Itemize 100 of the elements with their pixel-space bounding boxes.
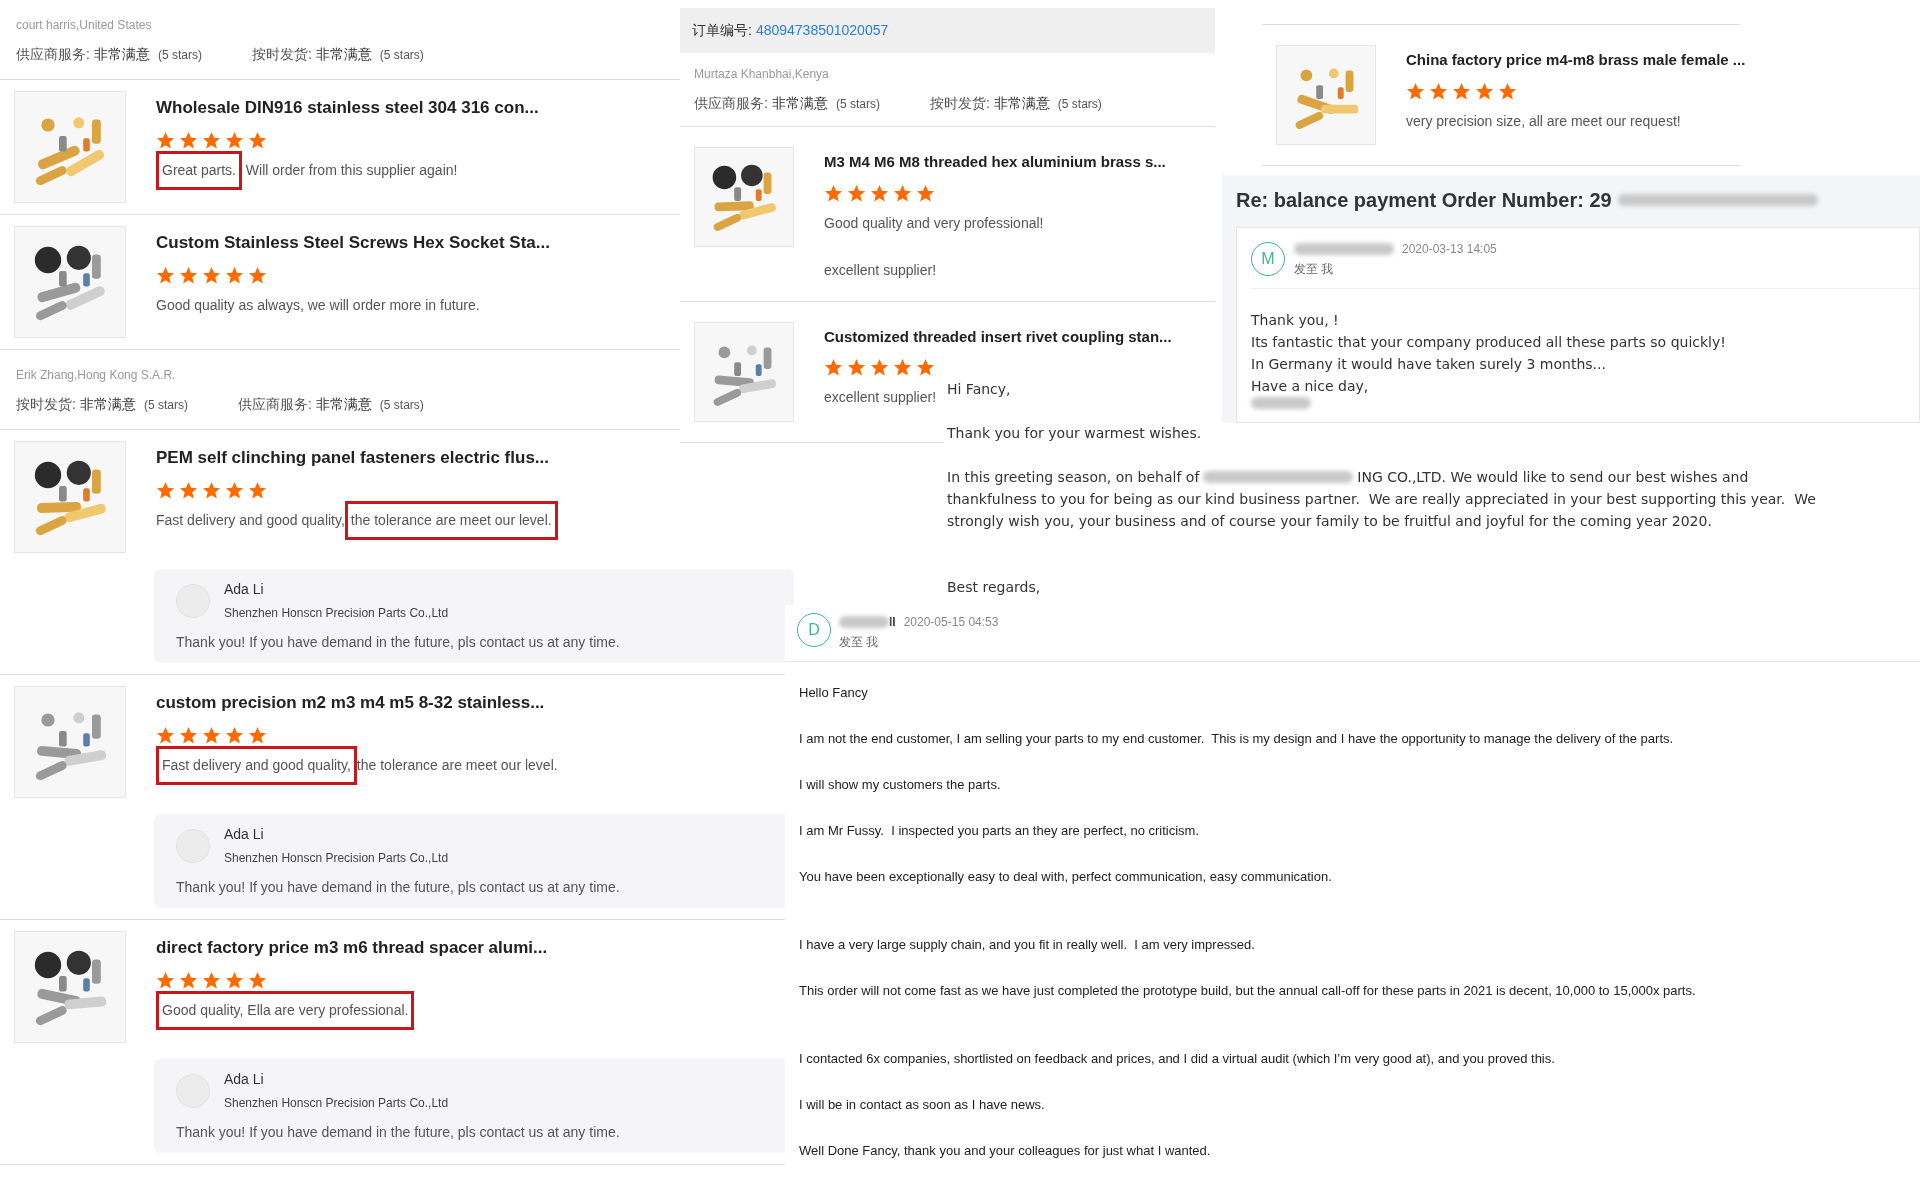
rating-note: (5 stars): [143, 397, 188, 414]
product-title[interactable]: direct factory price m3 m6 thread spacer alumi...: [156, 935, 548, 961]
product-title[interactable]: Custom Stainless Steel Screws Hex Socket Sta...: [156, 230, 550, 256]
star-icon: [1452, 81, 1471, 101]
product-title[interactable]: M3 M4 M6 M8 threaded hex aluminium brass s...: [824, 151, 1166, 174]
star-icon: [248, 130, 267, 150]
star-icon: [156, 725, 175, 745]
review-comment: Good quality and very professional!: [824, 213, 1044, 233]
star-icon: [248, 970, 267, 990]
star-icon: [847, 183, 866, 203]
rating-label: 按时发货:: [929, 94, 990, 113]
email-paragraph: I have a very large supply chain, and you fit in really well. I am very impressed.: [799, 936, 1255, 954]
review-comment: excellent supplier!: [824, 260, 938, 280]
order-number[interactable]: 48094738501020057: [755, 20, 889, 41]
review-comment: Good quality, Ella are very professional.: [162, 1001, 409, 1018]
rating-value: 非常满意: [315, 395, 372, 414]
email-recipient: 发至 我: [1294, 261, 1335, 278]
reply-author: Ada Li: [224, 1070, 265, 1089]
star-icon: [248, 265, 267, 285]
rating-label: 按时发货:: [251, 45, 312, 64]
star-icon: [202, 130, 221, 150]
buyer-name: Erik Zhang,Hong Kong S.A.R.: [16, 367, 176, 384]
star-icon: [916, 358, 935, 377]
star-icon: [225, 970, 244, 990]
star-icon: [202, 725, 221, 745]
star-icon: [179, 265, 198, 285]
star-icon: [156, 265, 175, 285]
reply-text: Thank you! If you have demand in the future, pls contact us at any time.: [176, 1123, 621, 1142]
letter-text: ING CO.,LTD. We would like to send our best wishes and: [1357, 468, 1749, 487]
sender-name: ll: [889, 614, 896, 631]
product-title[interactable]: Customized threaded insert rivet coupling stan...: [824, 325, 1172, 348]
review-comment: very precision size, all are meet our request!: [1406, 111, 1681, 131]
blurred-text: [839, 616, 889, 628]
email-recipient: 发至 我: [839, 634, 880, 651]
star-icon: [1498, 81, 1517, 101]
rating-note: (5 stars): [157, 47, 202, 64]
reply-company: Shenzhen Honscn Precision Parts Co.,Ltd: [224, 850, 449, 867]
star-icon: [248, 725, 267, 745]
rating-label: 供应商服务:: [16, 45, 90, 64]
buyer-name: court harris,United States: [16, 17, 152, 34]
reply-company: Shenzhen Honscn Precision Parts Co.,Ltd: [224, 605, 449, 622]
email-line: Have a nice day,: [1251, 377, 1369, 396]
review-comment: Fast delivery and good quality,: [156, 510, 345, 530]
email-paragraph: I contacted 6x companies, shortlisted on feedback and prices, and I did a virtual audit (which I’m very good at), and you proved this.: [799, 1050, 1555, 1068]
star-icon: [156, 480, 175, 500]
star-icon: [179, 970, 198, 990]
review-comment: Fast delivery and good quality,: [162, 756, 351, 773]
star-icon: [202, 480, 221, 500]
star-icon: [870, 358, 889, 377]
star-icon: [1429, 81, 1448, 101]
rating-value: 非常满意: [79, 395, 136, 414]
product-title[interactable]: custom precision m2 m3 m4 m5 8-32 stainless...: [156, 690, 558, 716]
buyer-name: Murtaza Khanbhai,Kenya: [694, 66, 829, 83]
rating-note: (5 stars): [379, 397, 424, 414]
rating-value: 非常满意: [993, 94, 1050, 113]
star-icon: [824, 358, 843, 377]
star-icon: [156, 970, 175, 990]
product-title[interactable]: China factory price m4-m8 brass male female ...: [1406, 49, 1746, 72]
product-title[interactable]: Wholesale DIN916 stainless steel 304 316 con...: [156, 95, 539, 121]
letter-text: Hi Fancy,: [947, 380, 1011, 399]
star-icon: [225, 130, 244, 150]
review-comment: excellent supplier!: [824, 388, 937, 407]
email-subject: Re: balance payment Order Number: 29: [1236, 188, 1612, 213]
star-icon: [824, 183, 843, 203]
star-icon: [225, 265, 244, 285]
letter-text: thankfulness to you for being as our kind business partner. We are really appreciated in your best supporting this year. We: [947, 490, 1816, 509]
rating-note: (5 stars): [1057, 96, 1102, 113]
star-icon: [870, 183, 889, 203]
star-icon: [248, 480, 267, 500]
rating-note: (5 stars): [835, 96, 880, 113]
star-icon: [225, 480, 244, 500]
review-comment: the tolerance are meet our level.: [356, 755, 558, 775]
reply-author: Ada Li: [224, 825, 265, 844]
rating-label: 供应商服务:: [237, 395, 312, 414]
star-icon: [1406, 81, 1425, 101]
rating-note: (5 stars): [379, 47, 424, 64]
review-comment: the tolerance are meet our level.: [350, 511, 552, 528]
email-paragraph: I will be in contact as soon as I have news.: [799, 1096, 1045, 1114]
star-icon: [179, 480, 198, 500]
email-line: Thank you, !: [1251, 311, 1339, 330]
email-line: Its fantastic that your company produced all these parts so quickly!: [1251, 333, 1726, 352]
order-label: 订单编号:: [692, 21, 752, 40]
review-comment: Great parts.: [162, 161, 236, 178]
email-paragraph: Well Done Fancy, thank you and your colleagues for just what I wanted.: [799, 1142, 1211, 1160]
review-comment: Good quality as always, we will order more in future.: [156, 295, 480, 315]
email-date: 2020-03-13 14:05: [1402, 241, 1497, 258]
email-paragraph: Hello Fancy: [799, 684, 868, 702]
rating-value: 非常满意: [93, 45, 150, 64]
email-paragraph: I will show my customers the parts.: [799, 776, 1001, 794]
email-date: 2020-05-15 04:53: [903, 614, 999, 631]
email-line: In Germany it would have taken surely 3 months...: [1251, 355, 1606, 374]
email-paragraph: I am Mr Fussy. I inspected you parts an they are perfect, no criticism.: [799, 822, 1200, 840]
product-title[interactable]: PEM self clinching panel fasteners electric flus...: [156, 445, 558, 471]
rating-value: 非常满意: [315, 45, 372, 64]
star-icon: [893, 183, 912, 203]
star-icon: [202, 970, 221, 990]
email-paragraph: This order will not come fast as we have just completed the prototype build, but the annual call-off for these parts in 2021 is decent, 10,000 to 15,000x parts.: [799, 982, 1696, 1000]
reply-author: Ada Li: [224, 580, 265, 599]
reply-text: Thank you! If you have demand in the future, pls contact us at any time.: [176, 878, 621, 897]
rating-label: 供应商服务:: [694, 94, 768, 113]
